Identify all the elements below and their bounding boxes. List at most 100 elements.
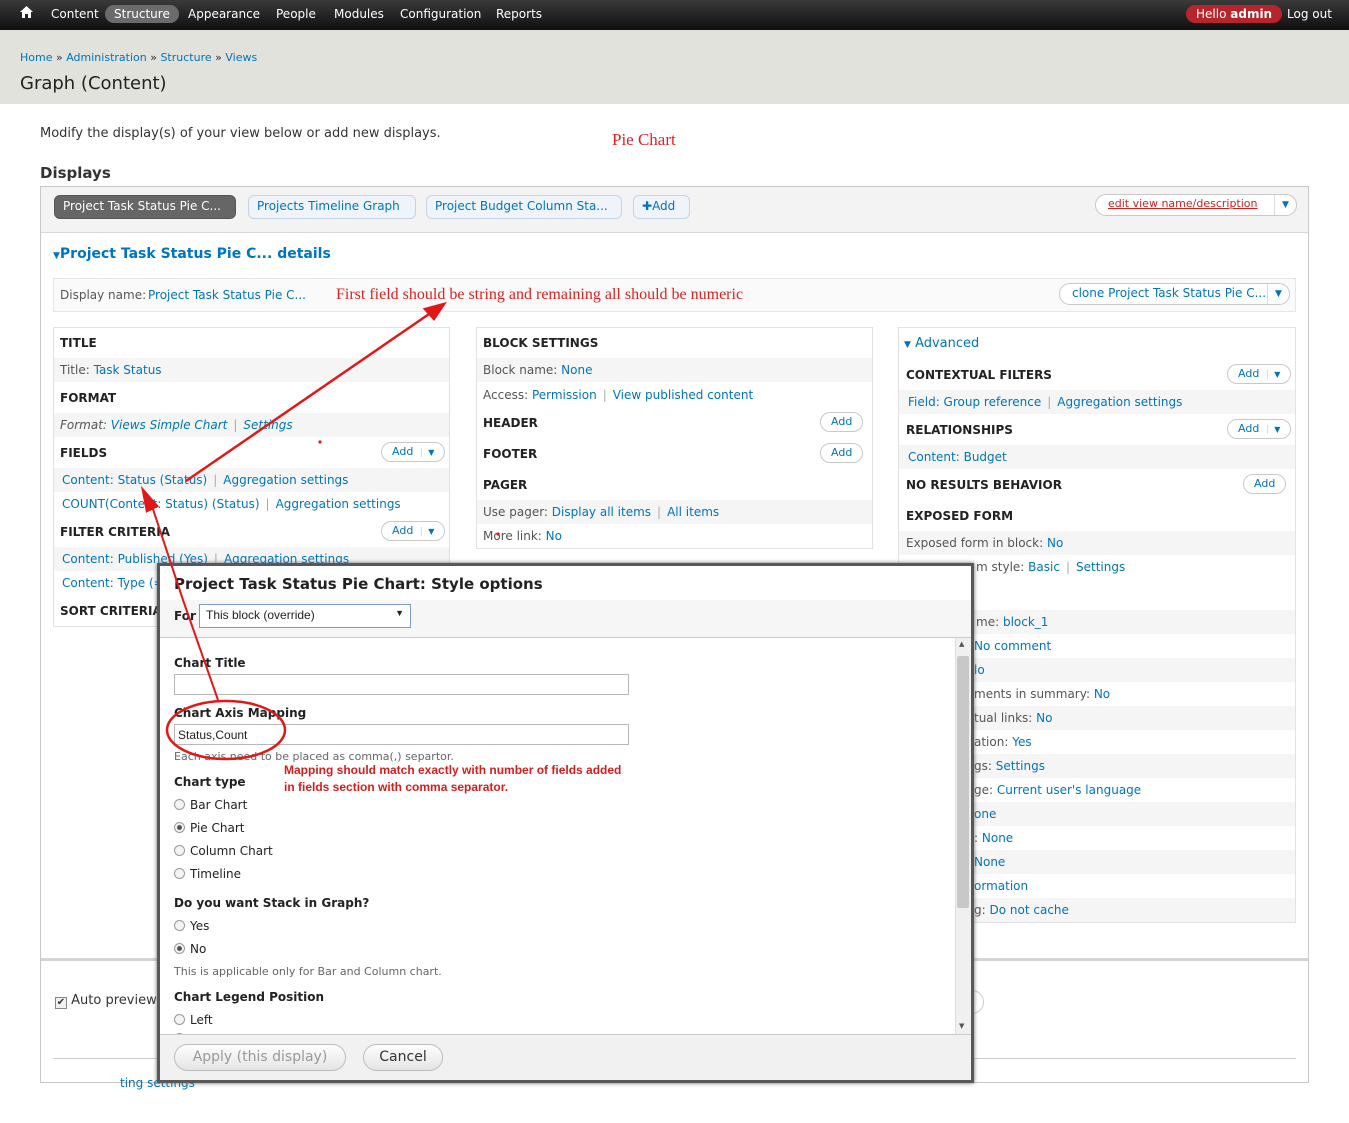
frag5-label: tual links: [974, 711, 1033, 725]
advanced-toggle[interactable]: ▼ Advanced [904, 336, 979, 351]
frag7-row: gs: Settings [974, 759, 1045, 773]
breadcrumb-views[interactable]: Views [225, 51, 257, 64]
frag2-link[interactable]: No comment [974, 639, 1051, 653]
frag11-link[interactable]: None [974, 855, 1005, 869]
no-results-add-button[interactable]: Add [1243, 474, 1287, 494]
field1-link[interactable]: Content: Status (Status) [62, 473, 207, 487]
access-link[interactable]: Permission [532, 388, 597, 402]
header-heading: HEADER [483, 416, 538, 430]
radio-selected-icon[interactable] [174, 943, 185, 954]
filter-add-button[interactable]: Add ▼ [381, 521, 446, 541]
rel-budget-link[interactable]: Content: Budget [908, 450, 1007, 464]
axis-mapping-input[interactable] [174, 724, 629, 745]
use-pager-link[interactable]: Display all items [552, 505, 651, 519]
legend-left[interactable]: Left [174, 1013, 213, 1027]
cancel-button[interactable]: Cancel [363, 1044, 443, 1071]
scroll-up-icon[interactable]: ▲ [959, 640, 964, 648]
filter2-link[interactable]: Content: Type (= [62, 576, 164, 590]
radio-icon[interactable] [174, 845, 185, 856]
access-view-published-link[interactable]: View published content [613, 388, 753, 402]
add-display-button[interactable]: ✚Add [633, 195, 690, 219]
edit-view-name-dropdown[interactable]: edit view name/description ▼ [1095, 194, 1297, 216]
hello-user[interactable]: Hello admin [1186, 5, 1283, 23]
frag6-link[interactable]: Yes [1012, 735, 1031, 749]
display-name-value[interactable]: Project Task Status Pie C... [148, 288, 306, 302]
header-add-button[interactable]: Add [820, 412, 864, 432]
frag12-link[interactable]: ormation [974, 879, 1028, 893]
fields-add-button[interactable]: Add ▼ [381, 442, 446, 462]
stack-no[interactable]: No [174, 942, 206, 956]
toolbar-appearance[interactable]: Appearance [188, 7, 260, 21]
logout-link[interactable]: Log out [1287, 7, 1332, 21]
annotation-first-field: First field should be string and remaini… [336, 286, 744, 303]
chevron-down-icon[interactable]: ▼ [421, 448, 434, 457]
breadcrumb-administration[interactable]: Administration [66, 51, 147, 64]
breadcrumb-structure[interactable]: Structure [160, 51, 211, 64]
clone-display-dropdown[interactable]: clone Project Task Status Pie C... ▼ [1059, 283, 1290, 305]
auto-preview[interactable]: ✔ Auto preview [55, 993, 157, 1009]
chart-type-column[interactable]: Column Chart [174, 844, 273, 858]
radio-icon[interactable] [174, 920, 185, 931]
radio-selected-icon[interactable] [174, 822, 185, 833]
chart-type-timeline[interactable]: Timeline [174, 867, 241, 881]
chevron-down-icon[interactable]: ▼ [421, 527, 434, 536]
toolbar-structure[interactable]: Structure [105, 5, 179, 23]
dialog-scrollbar[interactable]: ▲ ▼ [955, 638, 971, 1034]
breadcrumb-home[interactable]: Home [20, 51, 52, 64]
breadcrumb: Home » Administration » Structure » View… [20, 51, 258, 64]
title-value-link[interactable]: Task Status [94, 363, 162, 377]
format-value-link[interactable]: Views Simple Chart [111, 418, 228, 432]
radio-icon[interactable] [174, 799, 185, 810]
scroll-down-icon[interactable]: ▼ [959, 1022, 964, 1030]
apply-button[interactable]: Apply (this display) [174, 1044, 346, 1071]
checkbox-checked-icon[interactable]: ✔ [55, 997, 67, 1009]
field1-aggregation-link[interactable]: Aggregation settings [223, 473, 348, 487]
chart-title-input[interactable] [174, 674, 629, 695]
toolbar-reports[interactable]: Reports [496, 7, 542, 21]
radio-icon[interactable] [174, 868, 185, 879]
exp-style-link[interactable]: Basic [1028, 560, 1060, 574]
tab-timeline[interactable]: Projects Timeline Graph [248, 195, 416, 219]
frag7-link[interactable]: Settings [996, 759, 1045, 773]
chart-type-pie[interactable]: Pie Chart [174, 821, 244, 835]
frag8-link[interactable]: Current user's language [997, 783, 1141, 797]
chevron-down-icon[interactable]: ▼ [1267, 284, 1289, 304]
chevron-down-icon[interactable]: ▼ [1267, 425, 1280, 434]
frag3-link[interactable]: lo [974, 663, 985, 677]
frag1-link[interactable]: block_1 [1003, 615, 1048, 629]
tab-budget-column[interactable]: Project Budget Column Sta... [426, 195, 622, 219]
exp-settings-link[interactable]: Settings [1076, 560, 1125, 574]
scrollbar-thumb[interactable] [957, 656, 969, 908]
radio-icon[interactable] [174, 1014, 185, 1025]
all-items-link[interactable]: All items [667, 505, 719, 519]
chevron-down-icon[interactable]: ▼ [1267, 370, 1280, 379]
toolbar-configuration[interactable]: Configuration [400, 7, 481, 21]
more-link-value[interactable]: No [546, 529, 562, 543]
home-icon[interactable] [20, 6, 33, 21]
contextual-add-button[interactable]: Add ▼ [1227, 364, 1292, 384]
chart-type-bar[interactable]: Bar Chart [174, 798, 247, 812]
ctx-aggregation-link[interactable]: Aggregation settings [1057, 395, 1182, 409]
field2-aggregation-link[interactable]: Aggregation settings [276, 497, 401, 511]
field2-link[interactable]: COUNT(Content: Status) (Status) [62, 497, 260, 511]
frag5-link[interactable]: No [1036, 711, 1052, 725]
toolbar-people[interactable]: People [276, 7, 316, 21]
stack-yes[interactable]: Yes [174, 919, 209, 933]
details-toggle[interactable]: ▼Project Task Status Pie C... details [53, 246, 331, 262]
block-name-link[interactable]: None [561, 363, 592, 377]
footer-add-button[interactable]: Add [820, 443, 864, 463]
toolbar-modules[interactable]: Modules [334, 7, 384, 21]
relationships-add-button[interactable]: Add ▼ [1227, 419, 1292, 439]
toolbar-content[interactable]: Content [51, 7, 99, 21]
format-settings-link[interactable]: Settings [243, 418, 292, 432]
frag13-row: g: Do not cache [974, 903, 1069, 917]
frag4-link[interactable]: No [1094, 687, 1110, 701]
ctx-group-ref-link[interactable]: Field: Group reference [908, 395, 1041, 409]
frag13-link[interactable]: Do not cache [990, 903, 1069, 917]
tab-pie-chart[interactable]: Project Task Status Pie C... [54, 195, 236, 219]
chevron-down-icon[interactable]: ▼ [1274, 195, 1296, 215]
for-select[interactable]: This block (override) ▼ [199, 604, 411, 628]
frag9-link[interactable]: one [974, 807, 996, 821]
exp-block-link[interactable]: No [1047, 536, 1063, 550]
frag10-link[interactable]: None [982, 831, 1013, 845]
